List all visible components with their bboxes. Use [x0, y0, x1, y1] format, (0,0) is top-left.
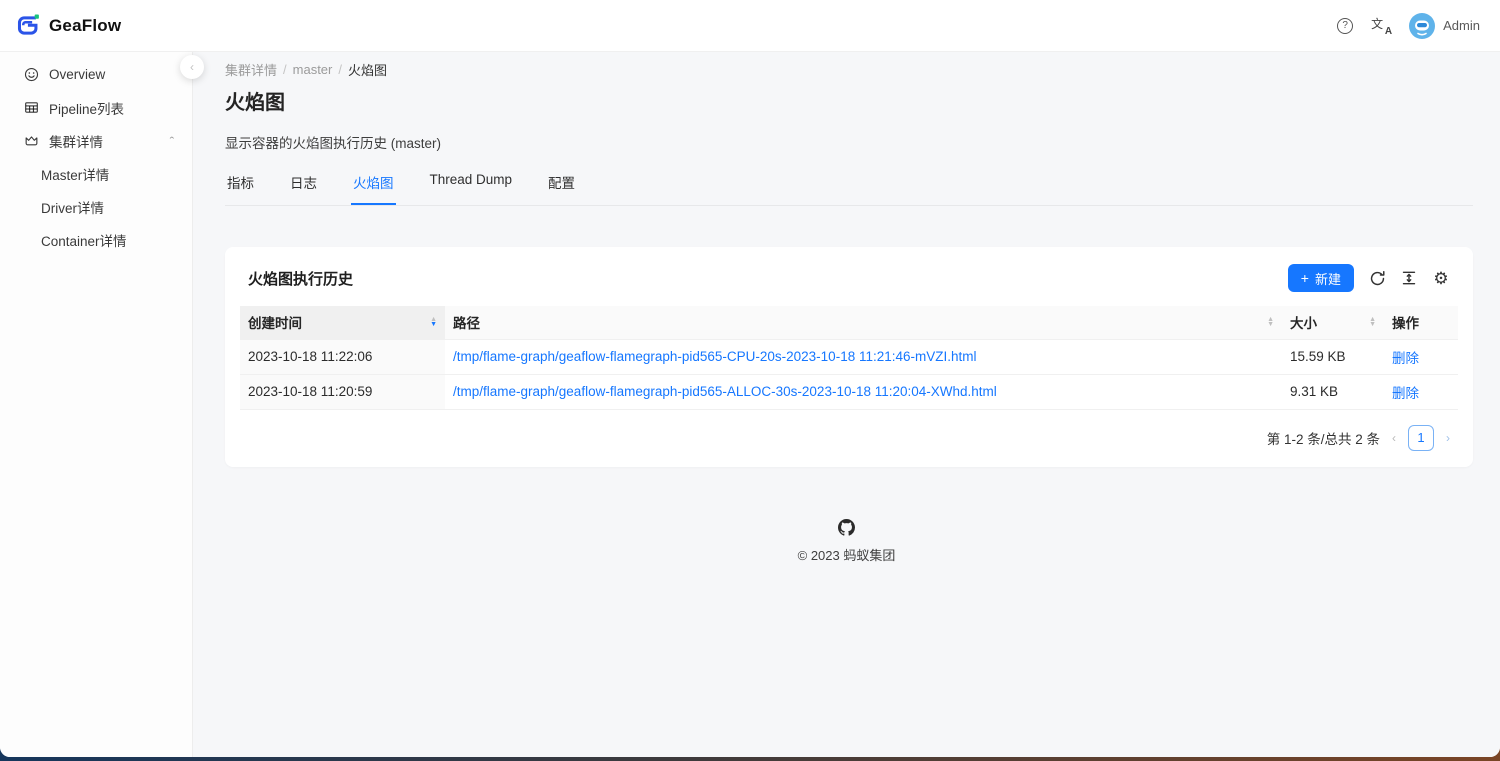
translate-en-glyph: A: [1385, 26, 1392, 37]
new-button[interactable]: + 新建: [1288, 264, 1354, 292]
sort-icon: ▲▼: [1267, 317, 1274, 327]
geaflow-logo-icon: [14, 12, 41, 39]
card-toolbar: + 新建: [1288, 264, 1450, 292]
crown-icon: [24, 133, 39, 148]
translate-zh-glyph: 文: [1371, 15, 1383, 32]
app-window: GeaFlow ? 文 A Admin: [0, 0, 1500, 757]
column-label: 操作: [1392, 316, 1419, 331]
github-link[interactable]: [838, 519, 855, 541]
breadcrumb-cluster-detail[interactable]: 集群详情: [225, 60, 277, 79]
pagination: 第 1-2 条/总共 2 条 ‹ 1 ›: [240, 410, 1458, 457]
smile-icon: [24, 67, 39, 82]
plus-icon: +: [1301, 271, 1309, 285]
translate-icon[interactable]: 文 A: [1371, 17, 1391, 35]
breadcrumb: 集群详情 / master / 火焰图: [225, 60, 1473, 79]
sidebar-subitem-label: Driver详情: [41, 197, 104, 217]
tab-thread-dump[interactable]: Thread Dump: [428, 168, 515, 205]
breadcrumb-master[interactable]: master: [293, 62, 333, 77]
cell-size: 15.59 KB: [1282, 339, 1384, 374]
app-layout: Overview Pipeline列表 集群: [0, 52, 1500, 757]
pagination-summary: 第 1-2 条/总共 2 条: [1267, 428, 1380, 448]
column-label: 创建时间: [248, 312, 302, 332]
cell-size: 9.31 KB: [1282, 374, 1384, 409]
user-menu[interactable]: Admin: [1409, 13, 1480, 39]
page-subtitle: 显示容器的火焰图执行历史 (master): [225, 132, 1473, 152]
help-icon[interactable]: ?: [1337, 18, 1353, 34]
sidebar-item-overview[interactable]: Overview: [0, 58, 192, 91]
table-row: 2023-10-18 11:20:59 /tmp/flame-graph/gea…: [240, 374, 1458, 409]
sidebar-item-pipeline-list[interactable]: Pipeline列表: [0, 91, 192, 124]
column-header-time[interactable]: 创建时间 ▲▼: [240, 306, 445, 339]
tab-metrics[interactable]: 指标: [225, 168, 256, 205]
main-content: 集群详情 / master / 火焰图 火焰图 显示容器的火焰图执行历史 (ma…: [193, 52, 1500, 757]
sidebar-item-driver-detail[interactable]: Driver详情: [0, 190, 192, 223]
sidebar-subitem-label: Container详情: [41, 230, 127, 250]
breadcrumb-separator: /: [283, 62, 287, 77]
column-label: 大小: [1290, 312, 1317, 332]
flamegraph-file-link[interactable]: /tmp/flame-graph/geaflow-flamegraph-pid5…: [453, 349, 977, 364]
sidebar-item-label: Overview: [49, 67, 176, 82]
density-icon[interactable]: [1400, 269, 1418, 287]
username: Admin: [1443, 18, 1480, 33]
table-row: 2023-10-18 11:22:06 /tmp/flame-graph/gea…: [240, 339, 1458, 374]
card-header: 火焰图执行历史 + 新建: [240, 262, 1458, 292]
sort-icon: ▲▼: [1369, 317, 1376, 327]
page-header: 集群详情 / master / 火焰图 火焰图 显示容器的火焰图执行历史 (ma…: [193, 52, 1500, 206]
flamegraph-history-table: 创建时间 ▲▼ 路径 ▲▼: [240, 306, 1458, 410]
sidebar-item-label: 集群详情: [49, 131, 158, 151]
sidebar-item-master-detail[interactable]: Master详情: [0, 157, 192, 190]
delete-link[interactable]: 删除: [1392, 386, 1419, 401]
column-header-path[interactable]: 路径 ▲▼: [445, 306, 1282, 339]
sidebar-collapse-button[interactable]: ‹: [180, 55, 204, 79]
app-logo[interactable]: GeaFlow: [14, 12, 121, 39]
column-label: 路径: [453, 312, 480, 332]
avatar: [1409, 13, 1435, 39]
tab-config[interactable]: 配置: [546, 168, 577, 205]
breadcrumb-current: 火焰图: [348, 60, 387, 79]
chevron-left-icon: ‹: [190, 60, 194, 74]
flamegraph-file-link[interactable]: /tmp/flame-graph/geaflow-flamegraph-pid5…: [453, 384, 997, 399]
table-header-row: 创建时间 ▲▼ 路径 ▲▼: [240, 306, 1458, 339]
delete-link[interactable]: 删除: [1392, 351, 1419, 366]
chevron-up-icon: ⌃: [168, 136, 176, 145]
sidebar: Overview Pipeline列表 集群: [0, 52, 193, 757]
topbar-actions: ? 文 A Admin: [1337, 13, 1480, 39]
sidebar-item-cluster-detail[interactable]: 集群详情 ⌃: [0, 124, 192, 157]
desktop-background: GeaFlow ? 文 A Admin: [0, 0, 1500, 761]
copyright-text: © 2023 蚂蚁集团: [193, 545, 1500, 564]
logo-text: GeaFlow: [49, 16, 121, 36]
card-title: 火焰图执行历史: [248, 268, 353, 289]
column-header-action: 操作: [1384, 306, 1458, 339]
sort-icon: ▲▼: [430, 317, 437, 327]
cell-create-time: 2023-10-18 11:22:06: [240, 339, 445, 374]
tab-flamegraph[interactable]: 火焰图: [351, 168, 396, 205]
breadcrumb-separator: /: [338, 62, 342, 77]
tab-logs[interactable]: 日志: [288, 168, 319, 205]
sidebar-item-label: Pipeline列表: [49, 98, 176, 118]
app-footer: © 2023 蚂蚁集团: [193, 519, 1500, 564]
top-navbar: GeaFlow ? 文 A Admin: [0, 0, 1500, 52]
table-grid-icon: [24, 100, 39, 115]
pagination-next-button[interactable]: ›: [1444, 431, 1452, 445]
reload-icon-glyph: [1369, 270, 1386, 287]
sidebar-subitem-label: Master详情: [41, 164, 109, 184]
page-title: 火焰图: [225, 86, 1473, 115]
pagination-page-1[interactable]: 1: [1408, 425, 1434, 451]
density-icon-glyph: [1401, 270, 1417, 286]
tab-bar: 指标 日志 火焰图 Thread Dump 配置: [225, 168, 1473, 206]
github-icon: [838, 519, 855, 536]
cell-create-time: 2023-10-18 11:20:59: [240, 374, 445, 409]
pagination-prev-button[interactable]: ‹: [1390, 431, 1398, 445]
settings-gear-icon[interactable]: ⚙: [1432, 269, 1450, 287]
column-header-size[interactable]: 大小 ▲▼: [1282, 306, 1384, 339]
new-button-label: 新建: [1315, 269, 1341, 288]
sidebar-item-container-detail[interactable]: Container详情: [0, 223, 192, 256]
reload-icon[interactable]: [1368, 269, 1386, 287]
flamegraph-history-card: 火焰图执行历史 + 新建: [225, 247, 1473, 467]
